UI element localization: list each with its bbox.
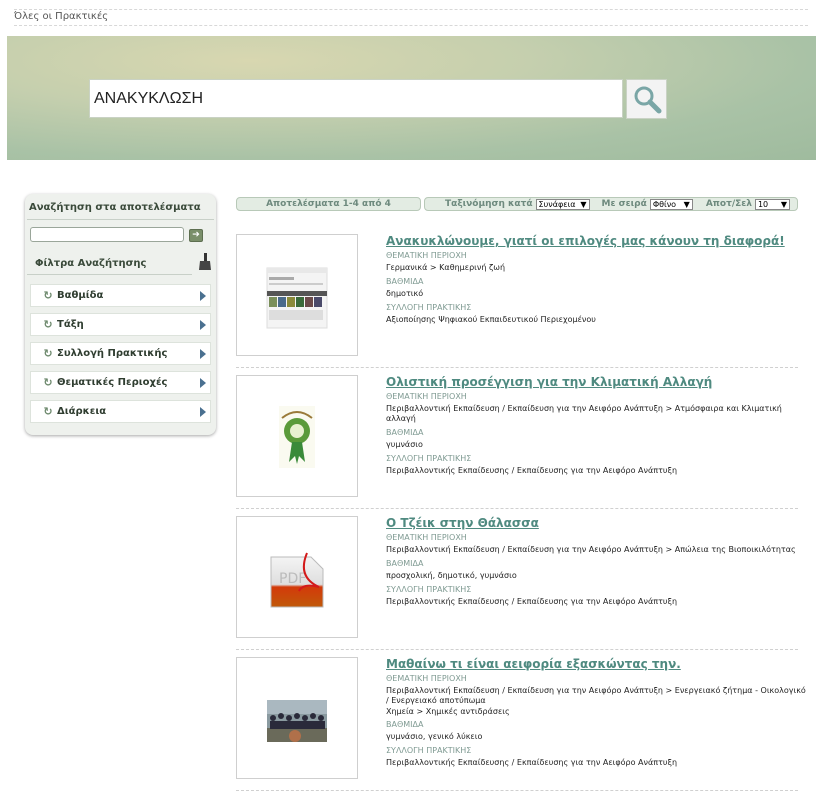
result-divider — [236, 790, 798, 791]
order-label: Με σειρά — [601, 199, 647, 209]
eco-badge-image — [279, 406, 315, 468]
refine-search-input[interactable] — [30, 227, 184, 242]
filters-title: Φίλτρα Αναζήτησης — [35, 258, 147, 269]
sidebar-search-title: Αναζήτηση στα αποτελέσματα — [29, 202, 201, 213]
webpage-screenshot-image — [266, 267, 328, 329]
thematic-area-value: Περιβαλλοντική Εκπαίδευση / Εκπαίδευση γ… — [386, 686, 806, 705]
results-count: Αποτελέσματα 1-4 από 4 — [236, 197, 421, 211]
filter-item-duration[interactable]: ↻ Διάρκεια — [30, 400, 211, 423]
level-label: ΒΑΘΜΙΔΑ — [386, 428, 424, 437]
thematic-area-label: ΘΕΜΑΤΙΚΗ ΠΕΡΙΟΧΗ — [386, 533, 467, 542]
result-thumbnail[interactable]: PDF — [236, 516, 358, 638]
order-select[interactable]: Φθίνο ▼ — [649, 198, 693, 210]
level-value: προσχολική, δημοτικό, γυμνάσιο — [386, 571, 517, 580]
result-title[interactable]: Ολιστική προσέγγιση για την Κλιματική Αλ… — [386, 375, 712, 389]
per-page-select[interactable]: 10 ▼ — [754, 198, 790, 210]
filter-item-collection[interactable]: ↻ Συλλογή Πρακτικής — [30, 342, 211, 365]
result-title[interactable]: Ο Τζέικ στην Θάλασσα — [386, 516, 539, 530]
result-thumbnail[interactable] — [236, 657, 358, 779]
collection-label: ΣΥΛΛΟΓΗ ΠΡΑΚΤΙΚΗΣ — [386, 303, 472, 312]
group-photo-image — [267, 700, 327, 742]
thematic-area-label: ΘΕΜΑΤΙΚΗ ΠΕΡΙΟΧΗ — [386, 251, 467, 260]
filter-item-label: Συλλογή Πρακτικής — [57, 348, 168, 359]
refresh-icon: ↻ — [43, 318, 53, 331]
refresh-icon: ↻ — [43, 376, 53, 389]
dropdown-arrow-icon: ▼ — [780, 199, 787, 209]
thematic-area-label: ΘΕΜΑΤΙΚΗ ΠΕΡΙΟΧΗ — [386, 674, 467, 683]
sort-controls: Ταξινόμηση κατά Συνάφεια ▼ Με σειρά Φθίν… — [424, 197, 798, 211]
per-page-label: Αποτ/Σελ — [705, 199, 752, 209]
refine-search-button[interactable]: ➔ — [189, 229, 203, 242]
result-thumbnail[interactable] — [236, 375, 358, 497]
level-label: ΒΑΘΜΙΔΑ — [386, 277, 424, 286]
chevron-right-icon — [200, 407, 206, 417]
dropdown-arrow-icon: ▼ — [580, 199, 587, 209]
result-divider — [236, 508, 798, 509]
filter-item-subjects[interactable]: ↻ Θεματικές Περιοχές — [30, 371, 211, 394]
filters-divider — [27, 274, 192, 275]
chevron-right-icon — [200, 378, 206, 388]
result-divider — [236, 649, 798, 650]
thematic-area-value-2: Χημεία > Χημικές αντιδράσεις — [386, 707, 510, 716]
filter-item-label: Τάξη — [57, 319, 84, 330]
thematic-area-value: Γερμανικά > Καθημερινή ζωή — [386, 263, 506, 272]
level-label: ΒΑΘΜΙΔΑ — [386, 559, 424, 568]
search-input[interactable] — [89, 79, 623, 118]
refresh-icon: ↻ — [43, 405, 53, 418]
collection-label: ΣΥΛΛΟΓΗ ΠΡΑΚΤΙΚΗΣ — [386, 454, 472, 463]
collection-value: Αξιοποίησης Ψηφιακού Εκπαιδευτικού Περιε… — [386, 315, 596, 324]
sidebar-divider — [27, 219, 214, 220]
filter-item-label: Διάρκεια — [57, 406, 107, 417]
collection-label: ΣΥΛΛΟΓΗ ΠΡΑΚΤΙΚΗΣ — [386, 746, 472, 755]
sort-label: Ταξινόμηση κατά — [445, 199, 533, 209]
results-count-text: Αποτελέσματα 1-4 από 4 — [266, 199, 391, 209]
result-thumbnail[interactable] — [236, 234, 358, 356]
level-value: γυμνάσιο, γενικό λύκειο — [386, 732, 483, 741]
refresh-icon: ↻ — [43, 347, 53, 360]
collection-value: Περιβαλλοντικής Εκπαίδευσης / Εκπαίδευση… — [386, 597, 678, 606]
filter-item-label: Θεματικές Περιοχές — [57, 377, 168, 388]
collection-label: ΣΥΛΛΟΓΗ ΠΡΑΚΤΙΚΗΣ — [386, 585, 472, 594]
sort-select[interactable]: Συνάφεια ▼ — [535, 198, 590, 210]
chevron-right-icon — [200, 320, 206, 330]
breadcrumb-divider — [14, 25, 808, 26]
dropdown-arrow-icon: ▼ — [683, 199, 690, 209]
breadcrumb-top-divider — [14, 9, 808, 10]
filter-item-level[interactable]: ↻ Βαθμίδα — [30, 284, 211, 307]
search-button[interactable] — [626, 79, 667, 119]
filter-item-class[interactable]: ↻ Τάξη — [30, 313, 211, 336]
level-value: δημοτικό — [386, 289, 424, 298]
level-label: ΒΑΘΜΙΔΑ — [386, 720, 424, 729]
pdf-thumb-text: PDF — [279, 571, 306, 587]
collection-value: Περιβαλλοντικής Εκπαίδευσης / Εκπαίδευση… — [386, 466, 678, 475]
refresh-icon: ↻ — [43, 289, 53, 302]
result-title[interactable]: Ανακυκλώνουμε, γιατί οι επιλογές μας κάν… — [386, 234, 785, 248]
thematic-area-value: Περιβαλλοντική Εκπαίδευση / Εκπαίδευση γ… — [386, 404, 782, 423]
result-title[interactable]: Μαθαίνω τι είναι αειφορία εξασκώντας την… — [386, 657, 681, 671]
level-value: γυμνάσιο — [386, 440, 423, 449]
sidebar: Αναζήτηση στα αποτελέσματα ➔ Φίλτρα Αναζ… — [25, 194, 216, 435]
breadcrumb[interactable]: Όλες οι Πρακτικές — [14, 11, 108, 22]
sort-select-value: Συνάφεια — [538, 199, 576, 209]
thematic-area-label: ΘΕΜΑΤΙΚΗ ΠΕΡΙΟΧΗ — [386, 392, 467, 401]
chevron-right-icon — [200, 349, 206, 359]
pdf-icon: PDF — [270, 552, 324, 608]
result-divider — [236, 367, 798, 368]
filter-item-label: Βαθμίδα — [57, 290, 104, 301]
magnifier-icon — [634, 86, 661, 114]
collection-value: Περιβαλλοντικής Εκπαίδευσης / Εκπαίδευση… — [386, 758, 678, 767]
thematic-area-value: Περιβαλλοντική Εκπαίδευση / Εκπαίδευση γ… — [386, 545, 796, 554]
per-page-select-value: 10 — [757, 199, 769, 209]
arrow-right-icon: ➔ — [192, 230, 200, 240]
chevron-right-icon — [200, 291, 206, 301]
clear-filters-brush-icon[interactable] — [198, 253, 212, 271]
order-select-value: Φθίνο — [652, 199, 677, 209]
